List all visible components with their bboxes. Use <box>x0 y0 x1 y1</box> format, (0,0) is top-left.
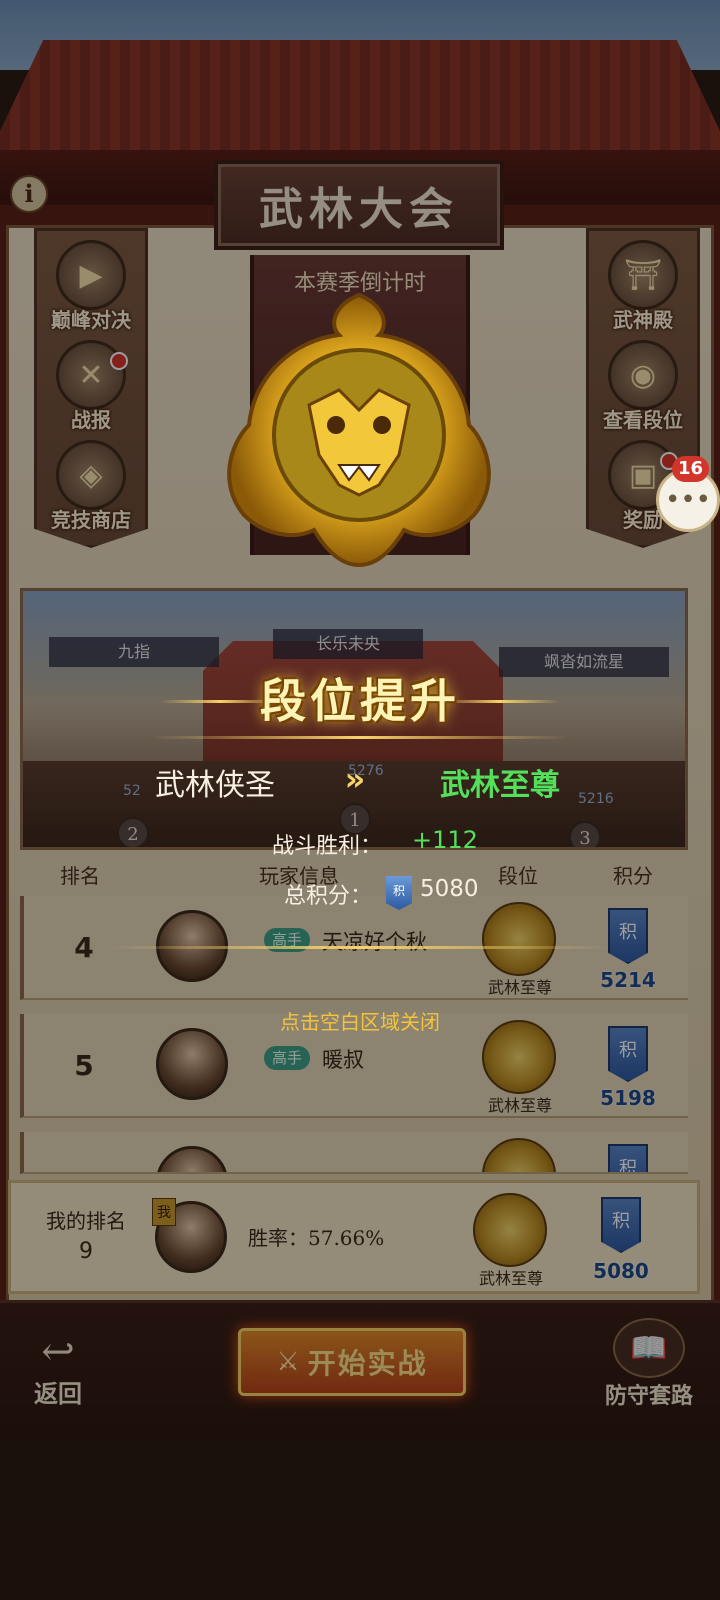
new-tier: 武林至尊 <box>440 768 560 803</box>
modal-backdrop[interactable] <box>0 0 720 1600</box>
chat-unread-badge: 16 <box>672 456 710 482</box>
score-chip-icon: 积 <box>386 876 412 910</box>
battle-win-label: 战斗胜利： <box>271 834 382 859</box>
total-score-value: 5080 <box>420 876 479 902</box>
promotion-arrows-icon: » <box>344 760 366 798</box>
total-score-label: 总积分： <box>283 884 372 909</box>
promo-decor-line <box>110 946 610 949</box>
tier-emblem-large-icon <box>227 292 491 568</box>
old-tier: 武林侠圣 <box>155 768 275 803</box>
close-hint: 点击空白区域关闭 <box>280 1010 440 1034</box>
promo-decor-line <box>150 736 570 739</box>
battle-score-gain: +112 <box>412 826 478 854</box>
promotion-title: 段位提升 <box>260 674 460 728</box>
